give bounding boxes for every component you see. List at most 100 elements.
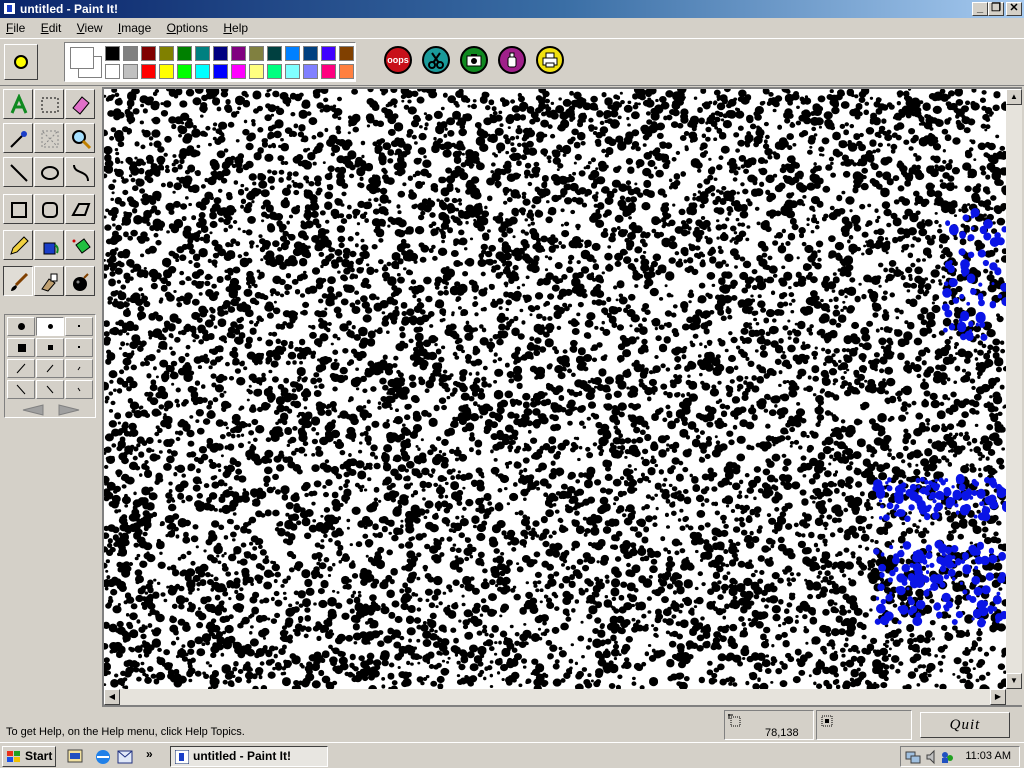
drawing-canvas[interactable] bbox=[104, 89, 1006, 689]
color-swatch[interactable] bbox=[177, 64, 192, 79]
scroll-up-icon[interactable]: ▲ bbox=[1006, 89, 1022, 105]
brush-backslash-small[interactable] bbox=[65, 380, 93, 399]
spray-tool[interactable] bbox=[65, 230, 95, 260]
menu-file[interactable]: File bbox=[0, 18, 31, 37]
color-swatch[interactable] bbox=[303, 46, 318, 61]
color-swatch[interactable] bbox=[213, 46, 228, 61]
color-swatch[interactable] bbox=[141, 64, 156, 79]
bomb-tool[interactable] bbox=[65, 266, 95, 296]
brush-round-small[interactable] bbox=[65, 317, 93, 336]
color-swatch[interactable] bbox=[267, 64, 282, 79]
horizontal-scrollbar[interactable]: ◀ ▶ bbox=[104, 689, 1006, 705]
title-bar[interactable]: untitled - Paint It! _ ❐ ✕ bbox=[0, 0, 1024, 18]
quick-launch-chevron[interactable]: » bbox=[146, 747, 153, 761]
current-brush-indicator[interactable] bbox=[4, 44, 38, 80]
scissors-button[interactable] bbox=[422, 46, 450, 74]
paint-bucket-tool[interactable] bbox=[34, 230, 64, 260]
brush-slash-medium[interactable] bbox=[36, 359, 64, 378]
color-swatch[interactable] bbox=[285, 64, 300, 79]
taskbar-item-paint-it[interactable]: untitled - Paint It! bbox=[170, 746, 328, 767]
color-swatch[interactable] bbox=[159, 46, 174, 61]
pencil-tool[interactable] bbox=[3, 230, 33, 260]
fg-bg-color-selector[interactable] bbox=[68, 46, 102, 78]
color-swatch[interactable] bbox=[177, 46, 192, 61]
color-swatch[interactable] bbox=[249, 64, 264, 79]
menu-view[interactable]: View bbox=[71, 18, 109, 37]
bottle-icon bbox=[507, 52, 517, 68]
quick-launch bbox=[67, 749, 133, 764]
scroll-right-icon[interactable]: ▶ bbox=[990, 689, 1006, 705]
magnifier-tool[interactable] bbox=[65, 123, 95, 153]
outlook-express-icon bbox=[117, 750, 133, 764]
eraser-tool[interactable] bbox=[65, 89, 95, 119]
brush-round-medium[interactable] bbox=[36, 317, 64, 336]
close-button[interactable]: ✕ bbox=[1006, 2, 1022, 16]
color-swatch[interactable] bbox=[321, 64, 336, 79]
select-freeform-tool[interactable] bbox=[34, 123, 64, 153]
color-swatch[interactable] bbox=[105, 64, 120, 79]
color-swatch[interactable] bbox=[285, 46, 300, 61]
menu-help[interactable]: Help bbox=[217, 18, 254, 37]
printer-button[interactable] bbox=[536, 46, 564, 74]
taskbar: Start » untitled - Paint It! 11:03 AM bbox=[0, 742, 1024, 768]
brush-slash-small[interactable] bbox=[65, 359, 93, 378]
color-swatch[interactable] bbox=[339, 64, 354, 79]
brush-round-large[interactable] bbox=[7, 317, 35, 336]
app-icon[interactable] bbox=[3, 2, 16, 15]
selection-size-panel bbox=[816, 710, 912, 740]
curve-tool[interactable] bbox=[65, 157, 95, 187]
status-bar: To get Help, on the Help menu, click Hel… bbox=[0, 708, 1024, 742]
foreground-color-swatch[interactable] bbox=[70, 47, 94, 69]
menu-edit[interactable]: Edit bbox=[35, 18, 68, 37]
color-swatch[interactable] bbox=[105, 46, 120, 61]
brush-square-small[interactable] bbox=[65, 338, 93, 357]
color-swatch[interactable] bbox=[303, 64, 318, 79]
menu-options[interactable]: Options bbox=[161, 18, 214, 37]
menu-image[interactable]: Image bbox=[112, 18, 157, 37]
bottle-button[interactable] bbox=[498, 46, 526, 74]
rectangle-tool[interactable] bbox=[3, 194, 33, 224]
brush-backslash-medium[interactable] bbox=[36, 380, 64, 399]
brush-slash-large[interactable] bbox=[7, 359, 35, 378]
color-swatch[interactable] bbox=[213, 64, 228, 79]
start-button[interactable]: Start bbox=[2, 746, 56, 767]
line-tool[interactable] bbox=[3, 157, 33, 187]
scroll-left-icon[interactable]: ◀ bbox=[104, 689, 120, 705]
color-swatch[interactable] bbox=[231, 64, 246, 79]
polygon-tool[interactable] bbox=[65, 194, 95, 224]
camera-button[interactable] bbox=[460, 46, 488, 74]
freeform-select-icon bbox=[41, 130, 59, 148]
rounded-rectangle-tool[interactable] bbox=[34, 194, 64, 224]
color-swatch[interactable] bbox=[123, 64, 138, 79]
quit-button[interactable]: Quit bbox=[920, 712, 1010, 738]
color-swatch[interactable] bbox=[231, 46, 246, 61]
brush-tool[interactable] bbox=[3, 266, 33, 296]
color-swatch[interactable] bbox=[267, 46, 282, 61]
brush-backslash-large[interactable] bbox=[7, 380, 35, 399]
vertical-scrollbar[interactable]: ▲ ▼ bbox=[1006, 89, 1022, 689]
color-swatch[interactable] bbox=[321, 46, 336, 61]
oops-button[interactable]: oops bbox=[384, 46, 412, 74]
eyedropper-tool[interactable] bbox=[3, 123, 33, 153]
select-rectangle-tool[interactable] bbox=[34, 89, 64, 119]
color-swatch[interactable] bbox=[195, 64, 210, 79]
system-tray: 11:03 AM bbox=[900, 746, 1020, 767]
color-swatch[interactable] bbox=[123, 46, 138, 61]
color-swatch[interactable] bbox=[141, 46, 156, 61]
color-swatch[interactable] bbox=[249, 46, 264, 61]
color-swatch[interactable] bbox=[195, 46, 210, 61]
airbrush-tool[interactable] bbox=[34, 266, 64, 296]
scroll-down-icon[interactable]: ▼ bbox=[1006, 673, 1022, 689]
brush-scroll-arrows[interactable] bbox=[21, 403, 81, 417]
text-tool[interactable] bbox=[3, 89, 33, 119]
brush-square-medium[interactable] bbox=[36, 338, 64, 357]
coordinates-panel: 78,138 bbox=[724, 710, 814, 740]
brush-square-large[interactable] bbox=[7, 338, 35, 357]
ellipse-tool[interactable] bbox=[34, 157, 64, 187]
minimize-button[interactable]: _ bbox=[972, 2, 988, 16]
color-swatch[interactable] bbox=[159, 64, 174, 79]
curve-icon bbox=[73, 164, 89, 182]
bomb-icon bbox=[73, 273, 89, 291]
restore-button[interactable]: ❐ bbox=[988, 2, 1004, 16]
color-swatch[interactable] bbox=[339, 46, 354, 61]
